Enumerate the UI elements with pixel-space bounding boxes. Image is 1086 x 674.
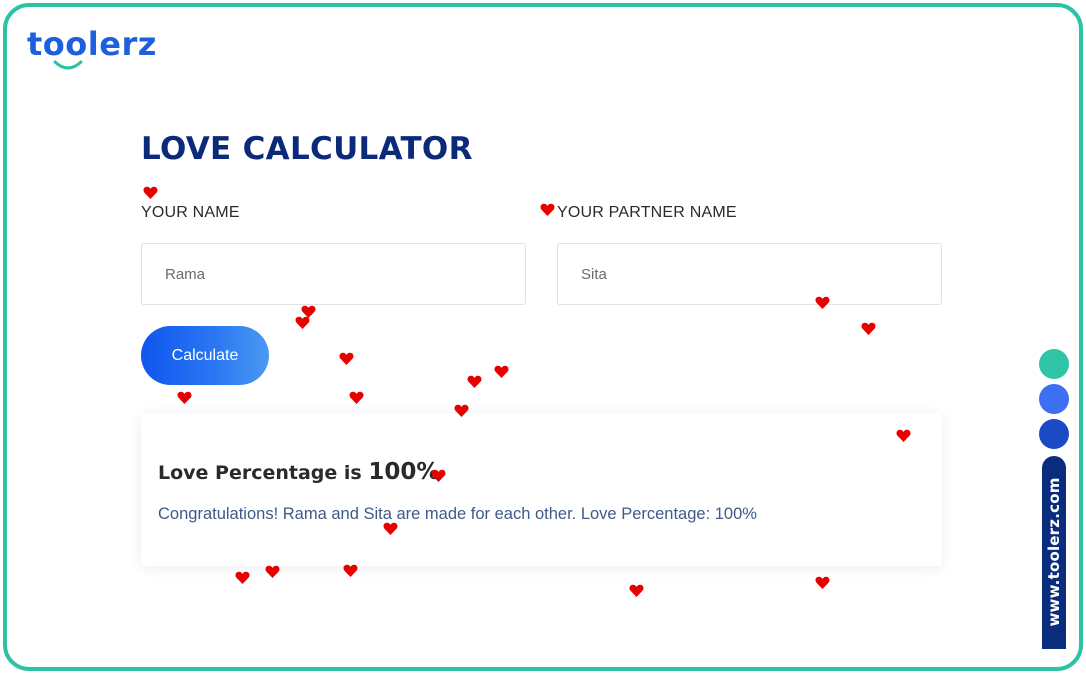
heart-icon: [343, 564, 358, 577]
side-dot-blue[interactable]: [1039, 384, 1069, 414]
side-dot-teal[interactable]: [1039, 349, 1069, 379]
page-title: LOVE CALCULATOR: [141, 131, 473, 167]
heart-icon: [339, 352, 354, 365]
calculate-button[interactable]: Calculate: [141, 326, 269, 385]
heart-icon: [815, 576, 830, 589]
love-percentage-value: 100%: [368, 459, 440, 485]
result-message: Congratulations! Rama and Sita are made …: [158, 505, 757, 523]
heart-icon: [896, 429, 911, 442]
heart-icon: [467, 375, 482, 388]
your-name-input[interactable]: [141, 243, 526, 305]
heart-icon: [629, 584, 644, 597]
heart-icon: [815, 296, 830, 309]
partner-name-input[interactable]: [557, 243, 942, 305]
result-card: Love Percentage is 100% Congratulations!…: [141, 413, 942, 566]
heart-icon: [861, 322, 876, 335]
heart-icon: [494, 365, 509, 378]
partner-name-label: YOUR PARTNER NAME: [557, 204, 737, 221]
heart-icon: [349, 391, 364, 404]
app-frame: toolerz LOVE CALCULATOR YOUR NAME YOUR P…: [3, 3, 1083, 671]
heart-icon: [383, 522, 398, 535]
heart-icon: [295, 316, 310, 329]
result-heading-prefix: Love Percentage is: [158, 462, 362, 484]
toolerz-logo[interactable]: toolerz: [27, 24, 157, 70]
result-heading: Love Percentage is 100%: [158, 459, 439, 485]
side-banner-text: www.toolerz.com: [1045, 477, 1063, 627]
heart-icon: [454, 404, 469, 417]
heart-icon: [143, 186, 158, 199]
heart-icon: [431, 469, 446, 482]
side-dot-navy[interactable]: [1039, 419, 1069, 449]
heart-icon: [177, 391, 192, 404]
heart-icon: [265, 565, 280, 578]
your-name-label: YOUR NAME: [141, 204, 240, 221]
heart-icon: [235, 571, 250, 584]
logo-text: toolerz: [27, 25, 157, 63]
heart-icon: [540, 203, 555, 216]
side-banner[interactable]: www.toolerz.com: [1042, 456, 1066, 649]
logo-smile-icon: [53, 60, 83, 70]
